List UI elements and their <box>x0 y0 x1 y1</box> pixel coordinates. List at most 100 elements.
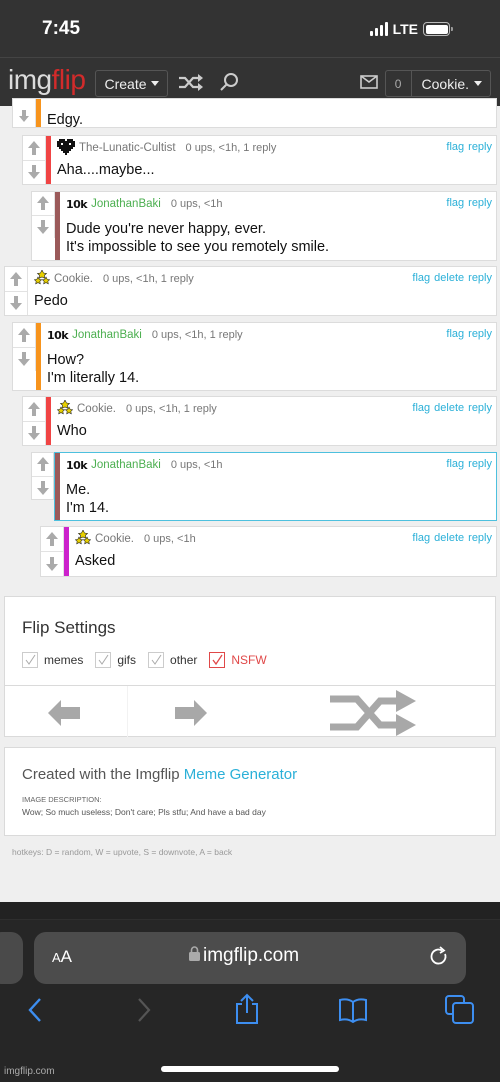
comment-actions: flag reply <box>446 197 492 209</box>
flag-link[interactable]: flag <box>446 458 464 470</box>
meme-generator-link[interactable]: Meme Generator <box>184 766 297 783</box>
network-label: LTE <box>392 21 418 37</box>
browser-toolbar: AA imgflip.com <box>0 902 500 1082</box>
reload-icon[interactable] <box>428 946 450 973</box>
bookmarks-icon[interactable] <box>338 997 368 1028</box>
home-indicator[interactable] <box>161 1066 339 1072</box>
comment-highlighted: 10k JonathanBaki 0 ups, <1h flag reply M… <box>31 452 497 521</box>
upvote-button[interactable] <box>5 267 27 291</box>
comment-username[interactable]: Cookie. <box>54 273 93 285</box>
forward-icon[interactable] <box>136 997 152 1028</box>
create-button[interactable]: Create <box>95 70 168 97</box>
logo-img-text: img <box>8 64 52 95</box>
downvote-button[interactable] <box>32 214 54 239</box>
flag-link[interactable]: flag <box>446 197 464 209</box>
comment: 10k JonathanBaki 0 ups, <1h flag reply D… <box>31 191 497 261</box>
nsfw-label[interactable]: NSFW <box>231 653 266 667</box>
reply-link[interactable]: reply <box>468 197 492 209</box>
downvote-button[interactable] <box>23 420 45 446</box>
delete-link[interactable]: delete <box>434 402 464 414</box>
upvote-button[interactable] <box>32 453 53 476</box>
address-bar[interactable]: AA imgflip.com <box>34 932 466 984</box>
comment-meta: 10k JonathanBaki 0 ups, <1h, 1 reply <box>47 326 492 344</box>
user-menu-button[interactable]: Cookie. <box>412 76 490 92</box>
reply-link[interactable]: reply <box>468 458 492 470</box>
flag-link[interactable]: flag <box>412 402 430 414</box>
upvote-button[interactable] <box>32 192 54 215</box>
comment-meta: 10k JonathanBaki 0 ups, <1h <box>66 195 492 213</box>
downvote-button[interactable] <box>13 346 35 372</box>
upvote-button[interactable] <box>23 136 45 160</box>
next-arrow-icon[interactable] <box>175 700 207 731</box>
other-label[interactable]: other <box>170 653 197 667</box>
url-display[interactable]: imgflip.com <box>189 945 299 967</box>
created-prefix: Created with the Imgflip <box>22 766 180 783</box>
hotkeys-hint: hotkeys: D = random, W = upvote, S = dow… <box>12 847 233 857</box>
comment-actions: flag reply <box>446 328 492 340</box>
upvote-button[interactable] <box>41 527 63 551</box>
text-size-button[interactable]: AA <box>52 947 72 967</box>
user-menu[interactable]: 0 Cookie. <box>384 70 491 97</box>
comment-stats: 0 ups, <1h, 1 reply <box>185 142 277 154</box>
nsfw-checkbox[interactable] <box>209 652 226 668</box>
comment: Cookie. 0 ups, <1h, 1 reply flag delete … <box>22 396 497 446</box>
gifs-label[interactable]: gifs <box>117 653 136 667</box>
comment-text: Pedo <box>34 293 68 309</box>
shuffle-random-icon[interactable] <box>330 690 418 741</box>
upvote-button[interactable] <box>13 323 35 347</box>
memes-checkbox[interactable] <box>22 652 38 668</box>
other-checkbox[interactable] <box>148 652 165 668</box>
lock-icon <box>189 945 200 967</box>
search-icon[interactable] <box>219 72 239 97</box>
upvote-button[interactable] <box>23 397 45 421</box>
delete-link[interactable]: delete <box>434 272 464 284</box>
delete-link[interactable]: delete <box>434 532 464 544</box>
status-indicators: LTE <box>369 21 453 37</box>
vote-column <box>13 323 36 371</box>
reply-link[interactable]: reply <box>468 328 492 340</box>
vote-column <box>5 267 28 315</box>
downvote-button[interactable] <box>41 551 63 576</box>
memes-label[interactable]: memes <box>44 653 83 667</box>
share-icon[interactable] <box>234 993 260 1030</box>
notification-count[interactable]: 0 <box>386 71 412 96</box>
comment-username[interactable]: The-Lunatic-Cultist <box>79 142 176 154</box>
flip-navigation <box>5 685 495 737</box>
downvote-button[interactable] <box>23 159 45 185</box>
previous-tab-preview[interactable] <box>0 932 23 984</box>
comment-text: Asked <box>75 553 116 569</box>
downvote-button[interactable] <box>13 99 35 127</box>
comment-actions: flag delete reply <box>412 532 492 544</box>
battery-icon <box>423 22 453 36</box>
reply-link[interactable]: reply <box>468 272 492 284</box>
created-with-text: Created with the Imgflip Meme Generator <box>22 766 297 783</box>
status-time: 7:45 <box>42 18 81 39</box>
previous-arrow-icon[interactable] <box>48 700 80 731</box>
imgflip-watermark: imgflip.com <box>4 1066 55 1077</box>
comment-meta: 10k JonathanBaki 0 ups, <1h <box>66 456 492 474</box>
comment-username[interactable]: JonathanBaki <box>91 198 161 210</box>
flag-link[interactable]: flag <box>412 532 430 544</box>
gifs-checkbox[interactable] <box>95 652 112 668</box>
downvote-button[interactable] <box>32 475 53 500</box>
caret-down-icon <box>150 81 159 86</box>
vote-column <box>13 99 36 127</box>
reply-link[interactable]: reply <box>468 402 492 414</box>
create-label: Create <box>104 75 147 92</box>
imgflip-logo[interactable]: imgflip <box>8 64 86 96</box>
comment: Cookie. 0 ups, <1h, 1 reply flag delete … <box>4 266 497 316</box>
shuffle-icon[interactable] <box>178 72 204 97</box>
downvote-button[interactable] <box>5 290 27 316</box>
tabs-icon[interactable] <box>445 995 475 1030</box>
comment-username[interactable]: Cookie. <box>77 403 116 415</box>
reply-link[interactable]: reply <box>468 532 492 544</box>
comment-username[interactable]: Cookie. <box>95 533 134 545</box>
back-icon[interactable] <box>27 997 43 1028</box>
mail-icon[interactable] <box>360 75 378 94</box>
comment-username[interactable]: JonathanBaki <box>72 329 142 341</box>
flag-link[interactable]: flag <box>412 272 430 284</box>
comment-username[interactable]: JonathanBaki <box>91 459 161 471</box>
reply-link[interactable]: reply <box>468 141 492 153</box>
flag-link[interactable]: flag <box>446 141 464 153</box>
flag-link[interactable]: flag <box>446 328 464 340</box>
